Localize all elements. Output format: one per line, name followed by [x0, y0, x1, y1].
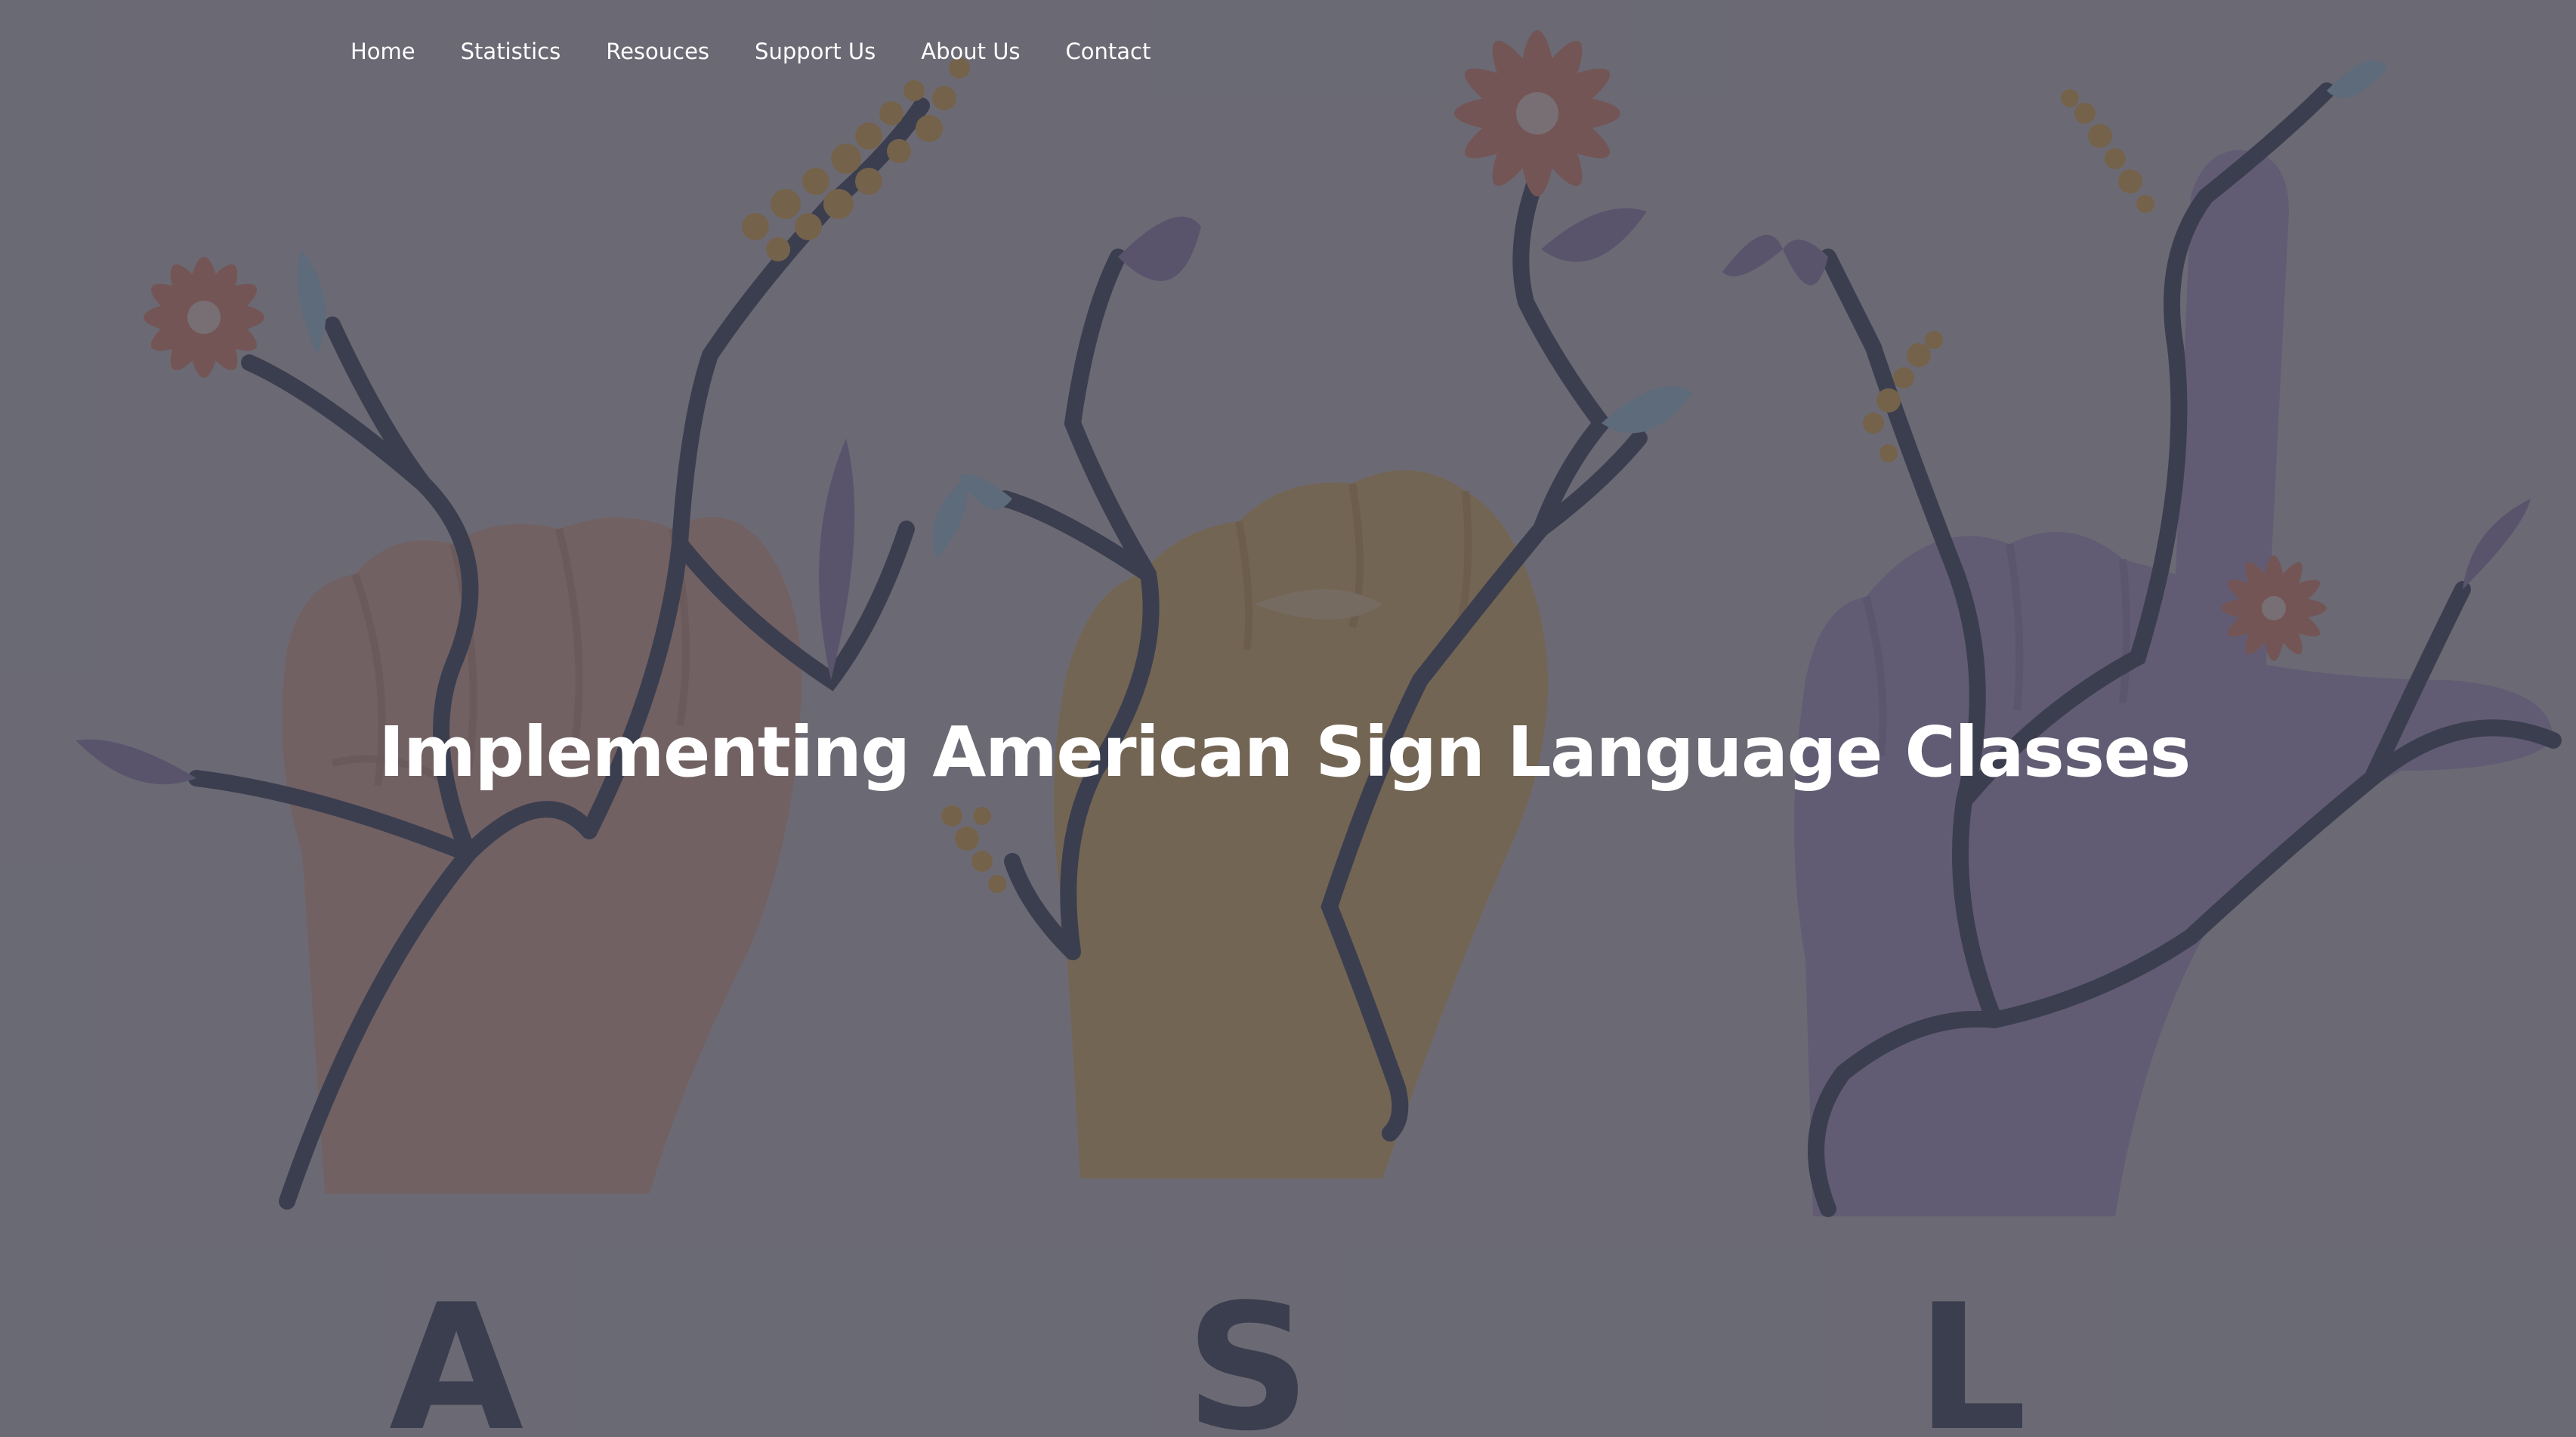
nav-resources-link[interactable]: Resouces [606, 33, 709, 70]
nav-about-us-link[interactable]: About Us [921, 33, 1020, 70]
nav-home-link[interactable]: Home [351, 33, 415, 70]
hero-page: A S L Home Statistics Resouces Support U… [0, 0, 2576, 1437]
nav-statistics-link[interactable]: Statistics [461, 33, 561, 70]
nav-contact-link[interactable]: Contact [1066, 33, 1151, 70]
nav-support-us-link[interactable]: Support Us [755, 33, 876, 70]
hero-title: Implementing American Sign Language Clas… [378, 712, 2191, 793]
top-navigation: Home Statistics Resouces Support Us Abou… [351, 33, 1196, 70]
hero-title-container: Implementing American Sign Language Clas… [0, 707, 2576, 798]
